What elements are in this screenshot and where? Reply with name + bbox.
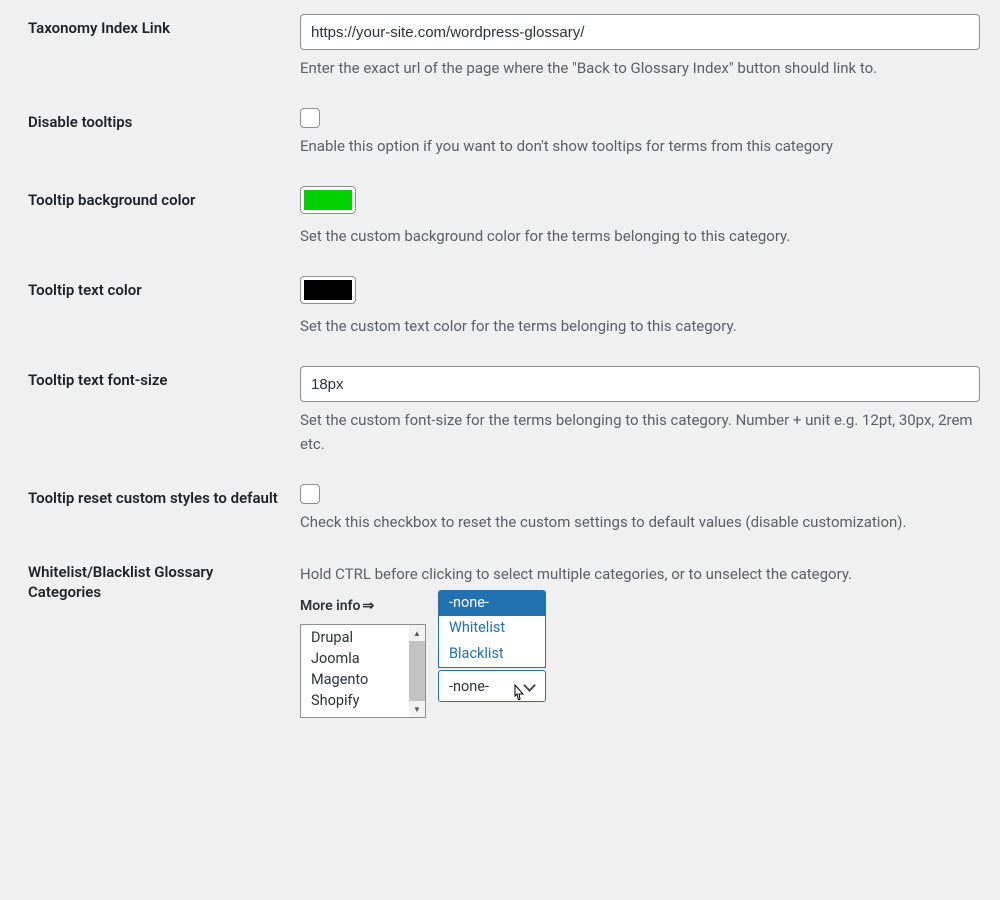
label-tooltip-text: Tooltip text color [28,276,300,300]
whitelist-desc: Hold CTRL before clicking to select mult… [300,562,980,586]
tooltip-font-desc: Set the custom font-size for the terms b… [300,408,980,456]
mode-dropdown[interactable]: -none- [438,670,546,702]
mode-option-blacklist[interactable]: Blacklist [439,642,545,667]
tooltip-text-desc: Set the custom text color for the terms … [300,314,980,338]
tooltip-bg-desc: Set the custom background color for the … [300,224,980,248]
categories-multiselect[interactable]: Drupal Joomla Magento Shopify ▲ ▼ [300,624,426,718]
tooltip-reset-checkbox[interactable] [300,484,320,504]
taxonomy-index-link-desc: Enter the exact url of the page where th… [300,56,980,80]
row-tooltip-text-color: Tooltip text color Set the custom text c… [0,262,1000,352]
list-item[interactable]: Shopify [311,690,409,711]
row-tooltip-reset: Tooltip reset custom styles to default C… [0,470,1000,548]
multiselect-scrollbar[interactable]: ▲ ▼ [409,625,425,717]
arrow-right-icon: ⇒ [362,598,374,614]
disable-tooltips-checkbox[interactable] [300,108,320,128]
label-tooltip-bg: Tooltip background color [28,186,300,210]
mode-option-none[interactable]: -none- [439,591,545,616]
row-whitelist-blacklist: Whitelist/Blacklist Glossary Categories … [0,548,1000,758]
row-taxonomy-index-link: Taxonomy Index Link Enter the exact url … [0,0,1000,94]
row-disable-tooltips: Disable tooltips Enable this option if y… [0,94,1000,172]
chevron-down-icon [523,679,537,693]
list-item[interactable]: Drupal [311,627,409,648]
label-whitelist: Whitelist/Blacklist Glossary Categories [28,562,300,603]
scroll-down-icon[interactable]: ▼ [409,701,425,717]
more-info-link[interactable]: More info⇒ [300,598,980,614]
tooltip-text-color-picker[interactable] [300,276,356,304]
tooltip-bg-color-swatch [304,190,352,210]
tooltip-bg-color-picker[interactable] [300,186,356,214]
taxonomy-index-link-input[interactable] [300,14,980,50]
disable-tooltips-desc: Enable this option if you want to don't … [300,134,980,158]
mode-dropdown-list[interactable]: -none- Whitelist Blacklist [438,590,546,668]
row-tooltip-font-size: Tooltip text font-size Set the custom fo… [0,352,1000,470]
tooltip-font-size-input[interactable] [300,366,980,402]
list-item[interactable]: Joomla [311,648,409,669]
list-item[interactable]: Magento [311,669,409,690]
row-tooltip-bg-color: Tooltip background color Set the custom … [0,172,1000,262]
mode-option-whitelist[interactable]: Whitelist [439,616,545,641]
tooltip-text-color-swatch [304,280,352,300]
label-taxonomy-index: Taxonomy Index Link [28,14,300,38]
scroll-thumb[interactable] [409,641,425,701]
label-tooltip-font: Tooltip text font-size [28,366,300,390]
label-disable-tooltips: Disable tooltips [28,108,300,132]
tooltip-reset-desc: Check this checkbox to reset the custom … [300,510,980,534]
label-tooltip-reset: Tooltip reset custom styles to default [28,484,300,508]
scroll-up-icon[interactable]: ▲ [409,625,425,641]
